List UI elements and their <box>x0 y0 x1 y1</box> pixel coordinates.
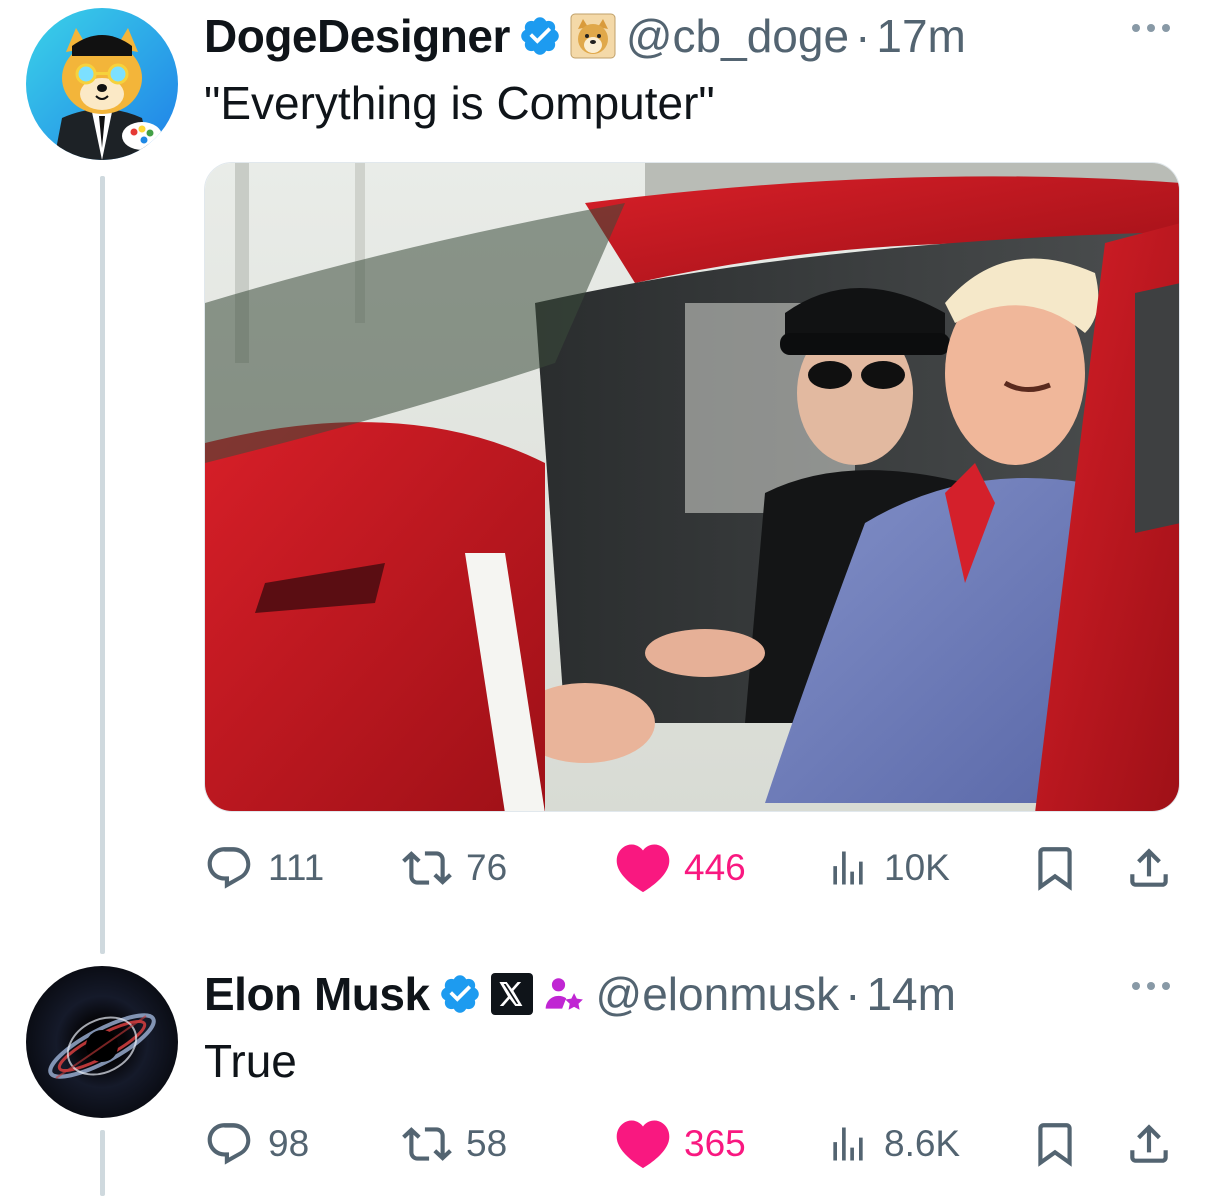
timestamp[interactable]: 14m <box>866 967 955 1021</box>
repost-icon <box>402 1127 452 1161</box>
tweet[interactable]: DogeDesigner @cb_doge · 17m "Everything … <box>204 0 1180 898</box>
display-name[interactable]: DogeDesigner <box>204 9 510 63</box>
like-count: 365 <box>684 1123 746 1164</box>
avatar-elonmusk[interactable] <box>26 966 178 1118</box>
bookmark-button[interactable] <box>1030 838 1080 898</box>
views-button[interactable]: 8.6K <box>826 1114 960 1174</box>
person-star-icon[interactable] <box>542 972 586 1016</box>
x-affiliate-icon[interactable] <box>490 972 534 1016</box>
user-handle[interactable]: @cb_doge <box>626 9 849 63</box>
share-icon <box>1130 1124 1168 1163</box>
views-button[interactable]: 10K <box>826 838 950 898</box>
reply-count: 98 <box>268 1123 310 1164</box>
like-count: 446 <box>684 847 746 888</box>
action-bar: 111 76 446 10K <box>204 838 1180 898</box>
views-bar-icon <box>833 851 863 885</box>
repost-count: 76 <box>466 847 508 888</box>
reply-icon <box>207 847 251 889</box>
tweet-photo[interactable] <box>204 162 1180 812</box>
tweet-text: "Everything is Computer" <box>204 77 715 129</box>
tweet-text: True <box>204 1035 297 1087</box>
action-bar: 98 58 365 8.6K <box>204 1114 1180 1174</box>
more-dots-icon[interactable] <box>1128 974 1174 998</box>
bookmark-icon <box>1038 847 1072 891</box>
heart-icon <box>616 1120 670 1169</box>
display-name[interactable]: Elon Musk <box>204 967 430 1021</box>
like-button[interactable]: 446 <box>616 838 746 898</box>
separator-dot: · <box>845 968 861 1020</box>
tweet-header: Elon Musk @elonmusk · 14m <box>204 958 1180 1030</box>
reply-icon <box>207 1123 251 1165</box>
reply-count: 111 <box>268 847 325 888</box>
reply-button[interactable]: 98 <box>204 1114 309 1174</box>
like-button[interactable]: 365 <box>616 1114 746 1174</box>
views-count: 8.6K <box>884 1123 961 1164</box>
verified-badge-icon <box>440 975 479 1013</box>
separator-dot: · <box>855 10 871 62</box>
bookmark-icon <box>1038 1123 1072 1167</box>
views-count: 10K <box>884 847 950 888</box>
share-icon <box>1130 848 1168 887</box>
reply-button[interactable]: 111 <box>204 838 324 898</box>
thread-line <box>100 1130 105 1196</box>
repost-button[interactable]: 58 <box>402 1114 507 1174</box>
repost-count: 58 <box>466 1123 508 1164</box>
doge-affiliate-icon[interactable] <box>570 13 616 59</box>
repost-icon <box>402 851 452 885</box>
views-bar-icon <box>833 1127 863 1161</box>
tweet[interactable]: Elon Musk @elonmusk · 14m True 98 58 365… <box>204 958 1180 1174</box>
user-handle[interactable]: @elonmusk <box>596 967 840 1021</box>
timestamp[interactable]: 17m <box>876 9 965 63</box>
share-button[interactable] <box>1124 838 1174 898</box>
share-button[interactable] <box>1124 1114 1174 1174</box>
tweet-header: DogeDesigner @cb_doge · 17m <box>204 0 1180 72</box>
more-dots-icon[interactable] <box>1128 16 1174 40</box>
bookmark-button[interactable] <box>1030 1114 1080 1174</box>
heart-icon <box>616 844 670 893</box>
verified-badge-icon <box>521 17 559 55</box>
avatar-dogedesigner[interactable] <box>26 8 178 160</box>
repost-button[interactable]: 76 <box>402 838 507 898</box>
thread-line <box>100 176 105 954</box>
